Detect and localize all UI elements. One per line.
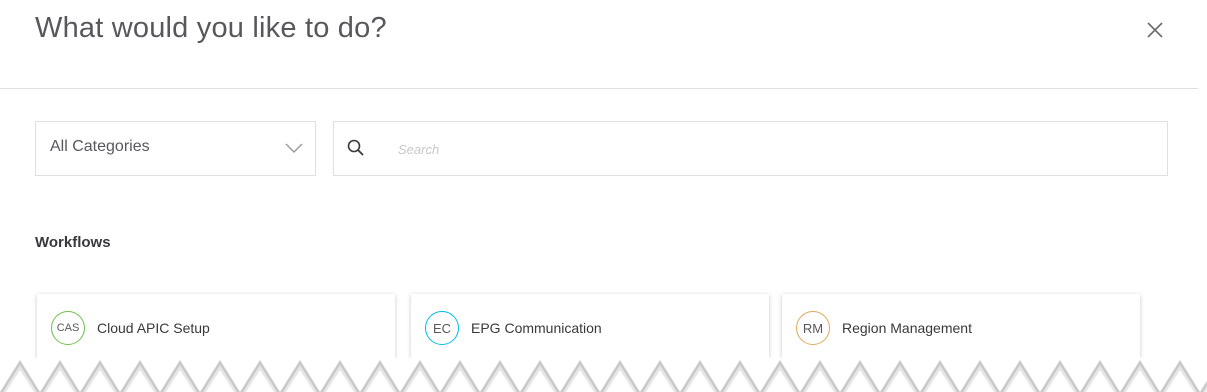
torn-edge (0, 358, 1207, 392)
workflow-card-label: Region Management (842, 320, 972, 336)
search-box[interactable] (333, 121, 1168, 176)
header-divider (0, 88, 1198, 89)
workflow-card-label: EPG Communication (471, 320, 602, 336)
workflow-badge: RM (796, 311, 830, 345)
search-icon (347, 139, 364, 156)
workflow-badge: EC (425, 311, 459, 345)
category-select-value: All Categories (50, 138, 150, 155)
close-icon (1147, 22, 1163, 38)
workflows-heading: Workflows (35, 234, 111, 251)
workflow-dialog: What would you like to do? All Categorie… (0, 0, 1207, 392)
workflow-card-label: Cloud APIC Setup (97, 320, 210, 336)
search-input[interactable] (396, 136, 1140, 162)
workflow-badge: CAS (51, 311, 85, 345)
chevron-down-icon (285, 143, 303, 153)
workflow-card-cloud-apic-setup[interactable]: CAS Cloud APIC Setup (37, 294, 395, 358)
category-select[interactable]: All Categories (35, 121, 316, 176)
workflow-card-epg-communication[interactable]: EC EPG Communication (411, 294, 769, 358)
workflow-card-region-management[interactable]: RM Region Management (782, 294, 1140, 358)
dialog-title: What would you like to do? (35, 12, 387, 44)
close-button[interactable] (1143, 18, 1167, 42)
